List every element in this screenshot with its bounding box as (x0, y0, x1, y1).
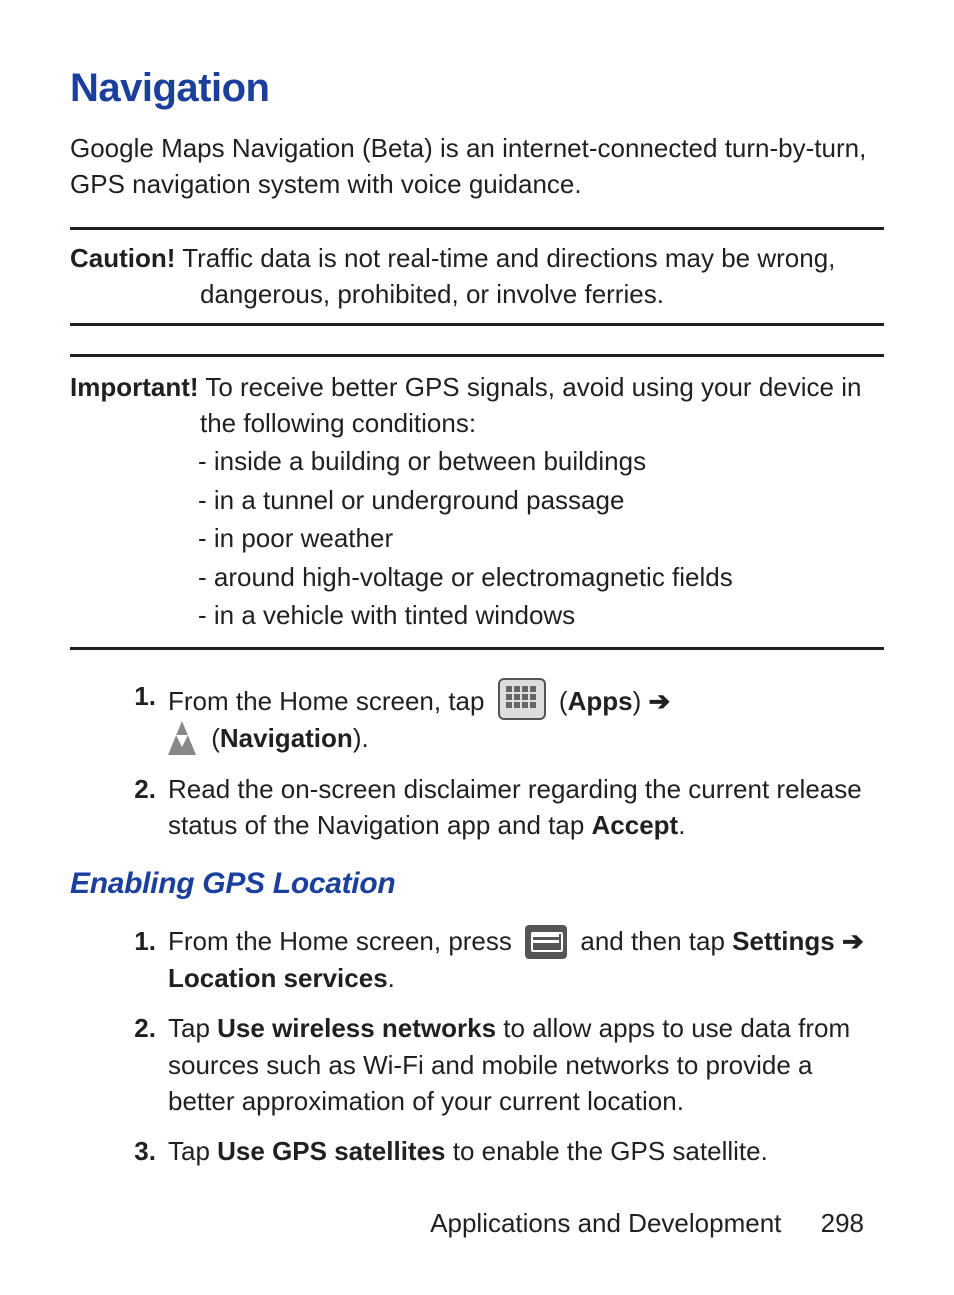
page-footer: Applications and Development 298 (430, 1205, 864, 1241)
important-label: Important! (70, 372, 199, 402)
use-wireless-label: Use wireless networks (217, 1013, 496, 1043)
apps-grid-icon (498, 678, 546, 720)
gps-steps: From the Home screen, press and then tap… (70, 923, 884, 1169)
important-box: Important! To receive better GPS signals… (70, 354, 884, 651)
use-gps-label: Use GPS satellites (217, 1136, 445, 1166)
step-text: Tap (168, 1013, 217, 1043)
step-text: to enable the GPS satellite. (446, 1136, 768, 1166)
step-item: Read the on-screen disclaimer regarding … (112, 771, 884, 844)
step-text: and then tap (580, 926, 732, 956)
accept-label: Accept (592, 810, 679, 840)
location-services-label: Location services (168, 963, 388, 993)
page-number: 298 (821, 1208, 864, 1238)
step-text: . (678, 810, 685, 840)
step-item: From the Home screen, press and then tap… (112, 923, 884, 996)
caution-box: Caution! Traffic data is not real-time a… (70, 227, 884, 326)
condition-item: - in a tunnel or underground passage (198, 482, 884, 518)
important-lead: To receive better GPS signals, avoid usi… (200, 372, 861, 438)
settings-label: Settings (732, 926, 835, 956)
step-item: Tap Use GPS satellites to enable the GPS… (112, 1133, 884, 1169)
step-item: Tap Use wireless networks to allow apps … (112, 1010, 884, 1119)
navigation-arrow-icon (168, 721, 196, 755)
arrow-icon: ➔ (648, 686, 670, 716)
condition-item: - in poor weather (198, 520, 884, 556)
footer-section-title: Applications and Development (430, 1208, 781, 1238)
step-item: From the Home screen, tap (Apps) ➔ (Navi… (112, 678, 884, 756)
apps-label: Apps (568, 686, 633, 716)
step-text: Tap (168, 1136, 217, 1166)
section-heading: Navigation (70, 60, 884, 116)
caution-body: Traffic data is not real-time and direct… (182, 243, 835, 309)
intro-paragraph: Google Maps Navigation (Beta) is an inte… (70, 130, 884, 203)
condition-item: - around high-voltage or electromagnetic… (198, 559, 884, 595)
step-text: Read the on-screen disclaimer regarding … (168, 774, 862, 840)
arrow-icon: ➔ (842, 926, 864, 956)
condition-item: - inside a building or between buildings (198, 443, 884, 479)
subsection-heading: Enabling GPS Location (70, 863, 884, 905)
navigation-label: Navigation (220, 723, 353, 753)
step-text: . (388, 963, 395, 993)
step-text: From the Home screen, tap (168, 686, 492, 716)
caution-label: Caution! (70, 243, 175, 273)
important-conditions: - inside a building or between buildings… (70, 443, 884, 633)
condition-item: - in a vehicle with tinted windows (198, 597, 884, 633)
navigation-steps: From the Home screen, tap (Apps) ➔ (Navi… (70, 678, 884, 843)
menu-button-icon (525, 925, 567, 959)
step-text: From the Home screen, press (168, 926, 519, 956)
